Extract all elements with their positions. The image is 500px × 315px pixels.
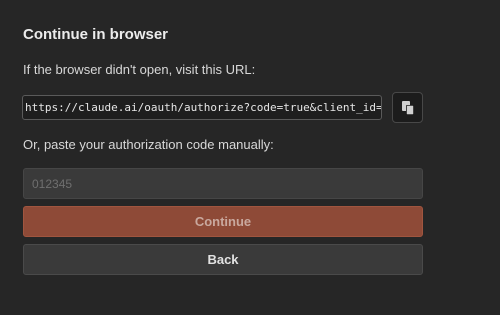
continue-button[interactable]: Continue	[23, 206, 423, 237]
auth-dialog: Continue in browser If the browser didn'…	[0, 0, 500, 315]
back-button[interactable]: Back	[23, 244, 423, 275]
authorization-code-input[interactable]	[23, 168, 423, 199]
authorize-url-field[interactable]: https://claude.ai/oauth/authorize?code=t…	[22, 95, 382, 120]
copy-url-button[interactable]	[392, 92, 423, 123]
dialog-title: Continue in browser	[23, 26, 169, 43]
code-prompt: Or, paste your authorization code manual…	[23, 137, 274, 152]
copy-icon	[402, 101, 414, 115]
url-prompt: If the browser didn't open, visit this U…	[23, 62, 256, 77]
